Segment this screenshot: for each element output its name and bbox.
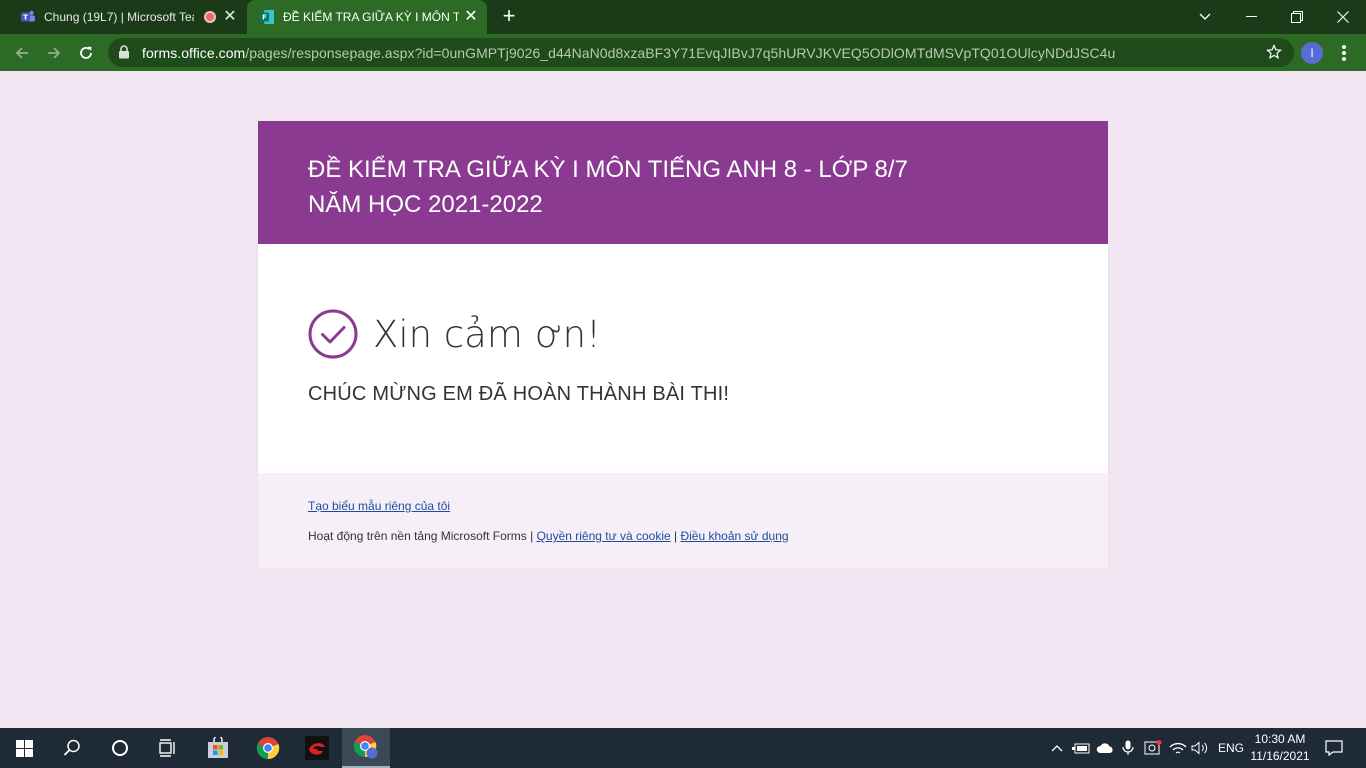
terms-link[interactable]: Điều khoản sử dụng	[680, 529, 788, 543]
microsoft-store-icon[interactable]	[194, 728, 242, 768]
windows-start-icon[interactable]	[0, 728, 48, 768]
tab-forms[interactable]: F ĐỀ KIỂM TRA GIỮA KỲ I MÔN TIẾNG ANH 8 …	[247, 0, 487, 34]
confirmation-card: Xin cảm ơn! CHÚC MỪNG EM ĐÃ HOÀN THÀNH B…	[258, 244, 1108, 473]
windows-taskbar: ENG 10:30 AM 11/16/2021	[0, 728, 1366, 768]
clock-date: 11/16/2021	[1250, 749, 1310, 763]
garena-icon[interactable]	[293, 728, 341, 768]
search-icon[interactable]	[48, 728, 96, 768]
recording-indicator-icon	[204, 11, 216, 23]
back-arrow-icon[interactable]	[10, 41, 34, 65]
checkmark-circle-icon	[308, 309, 358, 359]
browser-menu-icon[interactable]	[1336, 44, 1352, 62]
svg-text:F: F	[262, 14, 267, 22]
forms-icon: F	[260, 10, 274, 24]
chevron-up-icon[interactable]	[1048, 728, 1066, 768]
footer-separator: |	[670, 529, 681, 543]
create-form-link[interactable]: Tạo biểu mẫu riêng của tôi	[308, 499, 450, 513]
chrome-icon[interactable]	[244, 728, 292, 768]
microphone-icon[interactable]	[1118, 728, 1138, 768]
url-path: /pages/responsepage.aspx?id=0unGMPTj9026…	[245, 45, 1116, 61]
confirmation-message: CHÚC MỪNG EM ĐÃ HOÀN THÀNH BÀI THI!	[308, 383, 730, 405]
chrome-profile-taskbar-icon[interactable]	[342, 728, 390, 768]
tab-title: ĐỀ KIỂM TRA GIỮA KỲ I MÔN TIẾNG ANH 8	[283, 10, 459, 24]
tab-search-icon[interactable]	[1182, 0, 1228, 34]
restore-button[interactable]	[1274, 0, 1320, 34]
close-tab-icon[interactable]: ✕	[222, 9, 238, 25]
reload-icon[interactable]	[74, 41, 98, 65]
bookmark-star-icon[interactable]	[1266, 44, 1282, 60]
browser-toolbar: forms.office.com/pages/responsepage.aspx…	[0, 34, 1366, 71]
close-window-button[interactable]	[1320, 0, 1366, 34]
svg-text:T: T	[23, 14, 28, 22]
screen-capture-icon[interactable]	[1142, 728, 1164, 768]
minimize-button[interactable]	[1228, 0, 1274, 34]
form-header: ĐỀ KIỂM TRA GIỮA KỲ I MÔN TIẾNG ANH 8 - …	[258, 121, 1108, 244]
url-text: forms.office.com/pages/responsepage.aspx…	[142, 45, 1115, 61]
input-language-indicator[interactable]: ENG	[1218, 741, 1244, 755]
teams-icon: T	[21, 10, 35, 22]
new-tab-button[interactable]: +	[498, 5, 520, 28]
tab-title: Chung (19L7) | Microsoft Teams	[44, 10, 194, 24]
form-title-line1: ĐỀ KIỂM TRA GIỮA KỲ I MÔN TIẾNG ANH 8 - …	[308, 156, 908, 183]
wifi-icon[interactable]	[1168, 728, 1188, 768]
battery-icon[interactable]	[1070, 728, 1092, 768]
clock[interactable]: 10:30 AM 11/16/2021	[1246, 731, 1314, 765]
clock-time: 10:30 AM	[1254, 732, 1306, 746]
privacy-link[interactable]: Quyền riêng tư và cookie	[537, 529, 671, 543]
powered-by-text: Hoạt động trên nền tảng Microsoft Forms …	[308, 529, 537, 543]
browser-tab-bar: T Chung (19L7) | Microsoft Teams ✕ F ĐỀ …	[0, 0, 1366, 34]
notification-center-icon[interactable]	[1320, 728, 1348, 768]
address-bar[interactable]: forms.office.com/pages/responsepage.aspx…	[108, 38, 1294, 67]
close-tab-icon[interactable]: ✕	[463, 9, 479, 25]
lock-icon	[119, 45, 129, 59]
url-host: forms.office.com	[142, 45, 246, 61]
form-footer: Tạo biểu mẫu riêng của tôi Hoạt động trê…	[258, 473, 1108, 568]
form-title-line2: NĂM HỌC 2021-2022	[308, 191, 543, 218]
onedrive-cloud-icon[interactable]	[1094, 728, 1116, 768]
cortana-icon[interactable]	[96, 728, 144, 768]
task-view-icon[interactable]	[144, 728, 192, 768]
tab-teams[interactable]: T Chung (19L7) | Microsoft Teams ✕	[8, 0, 246, 34]
thank-you-heading: Xin cảm ơn!	[373, 313, 601, 356]
volume-icon[interactable]	[1190, 728, 1210, 768]
forward-arrow-icon[interactable]	[42, 41, 66, 65]
profile-avatar[interactable]: I	[1301, 42, 1323, 64]
